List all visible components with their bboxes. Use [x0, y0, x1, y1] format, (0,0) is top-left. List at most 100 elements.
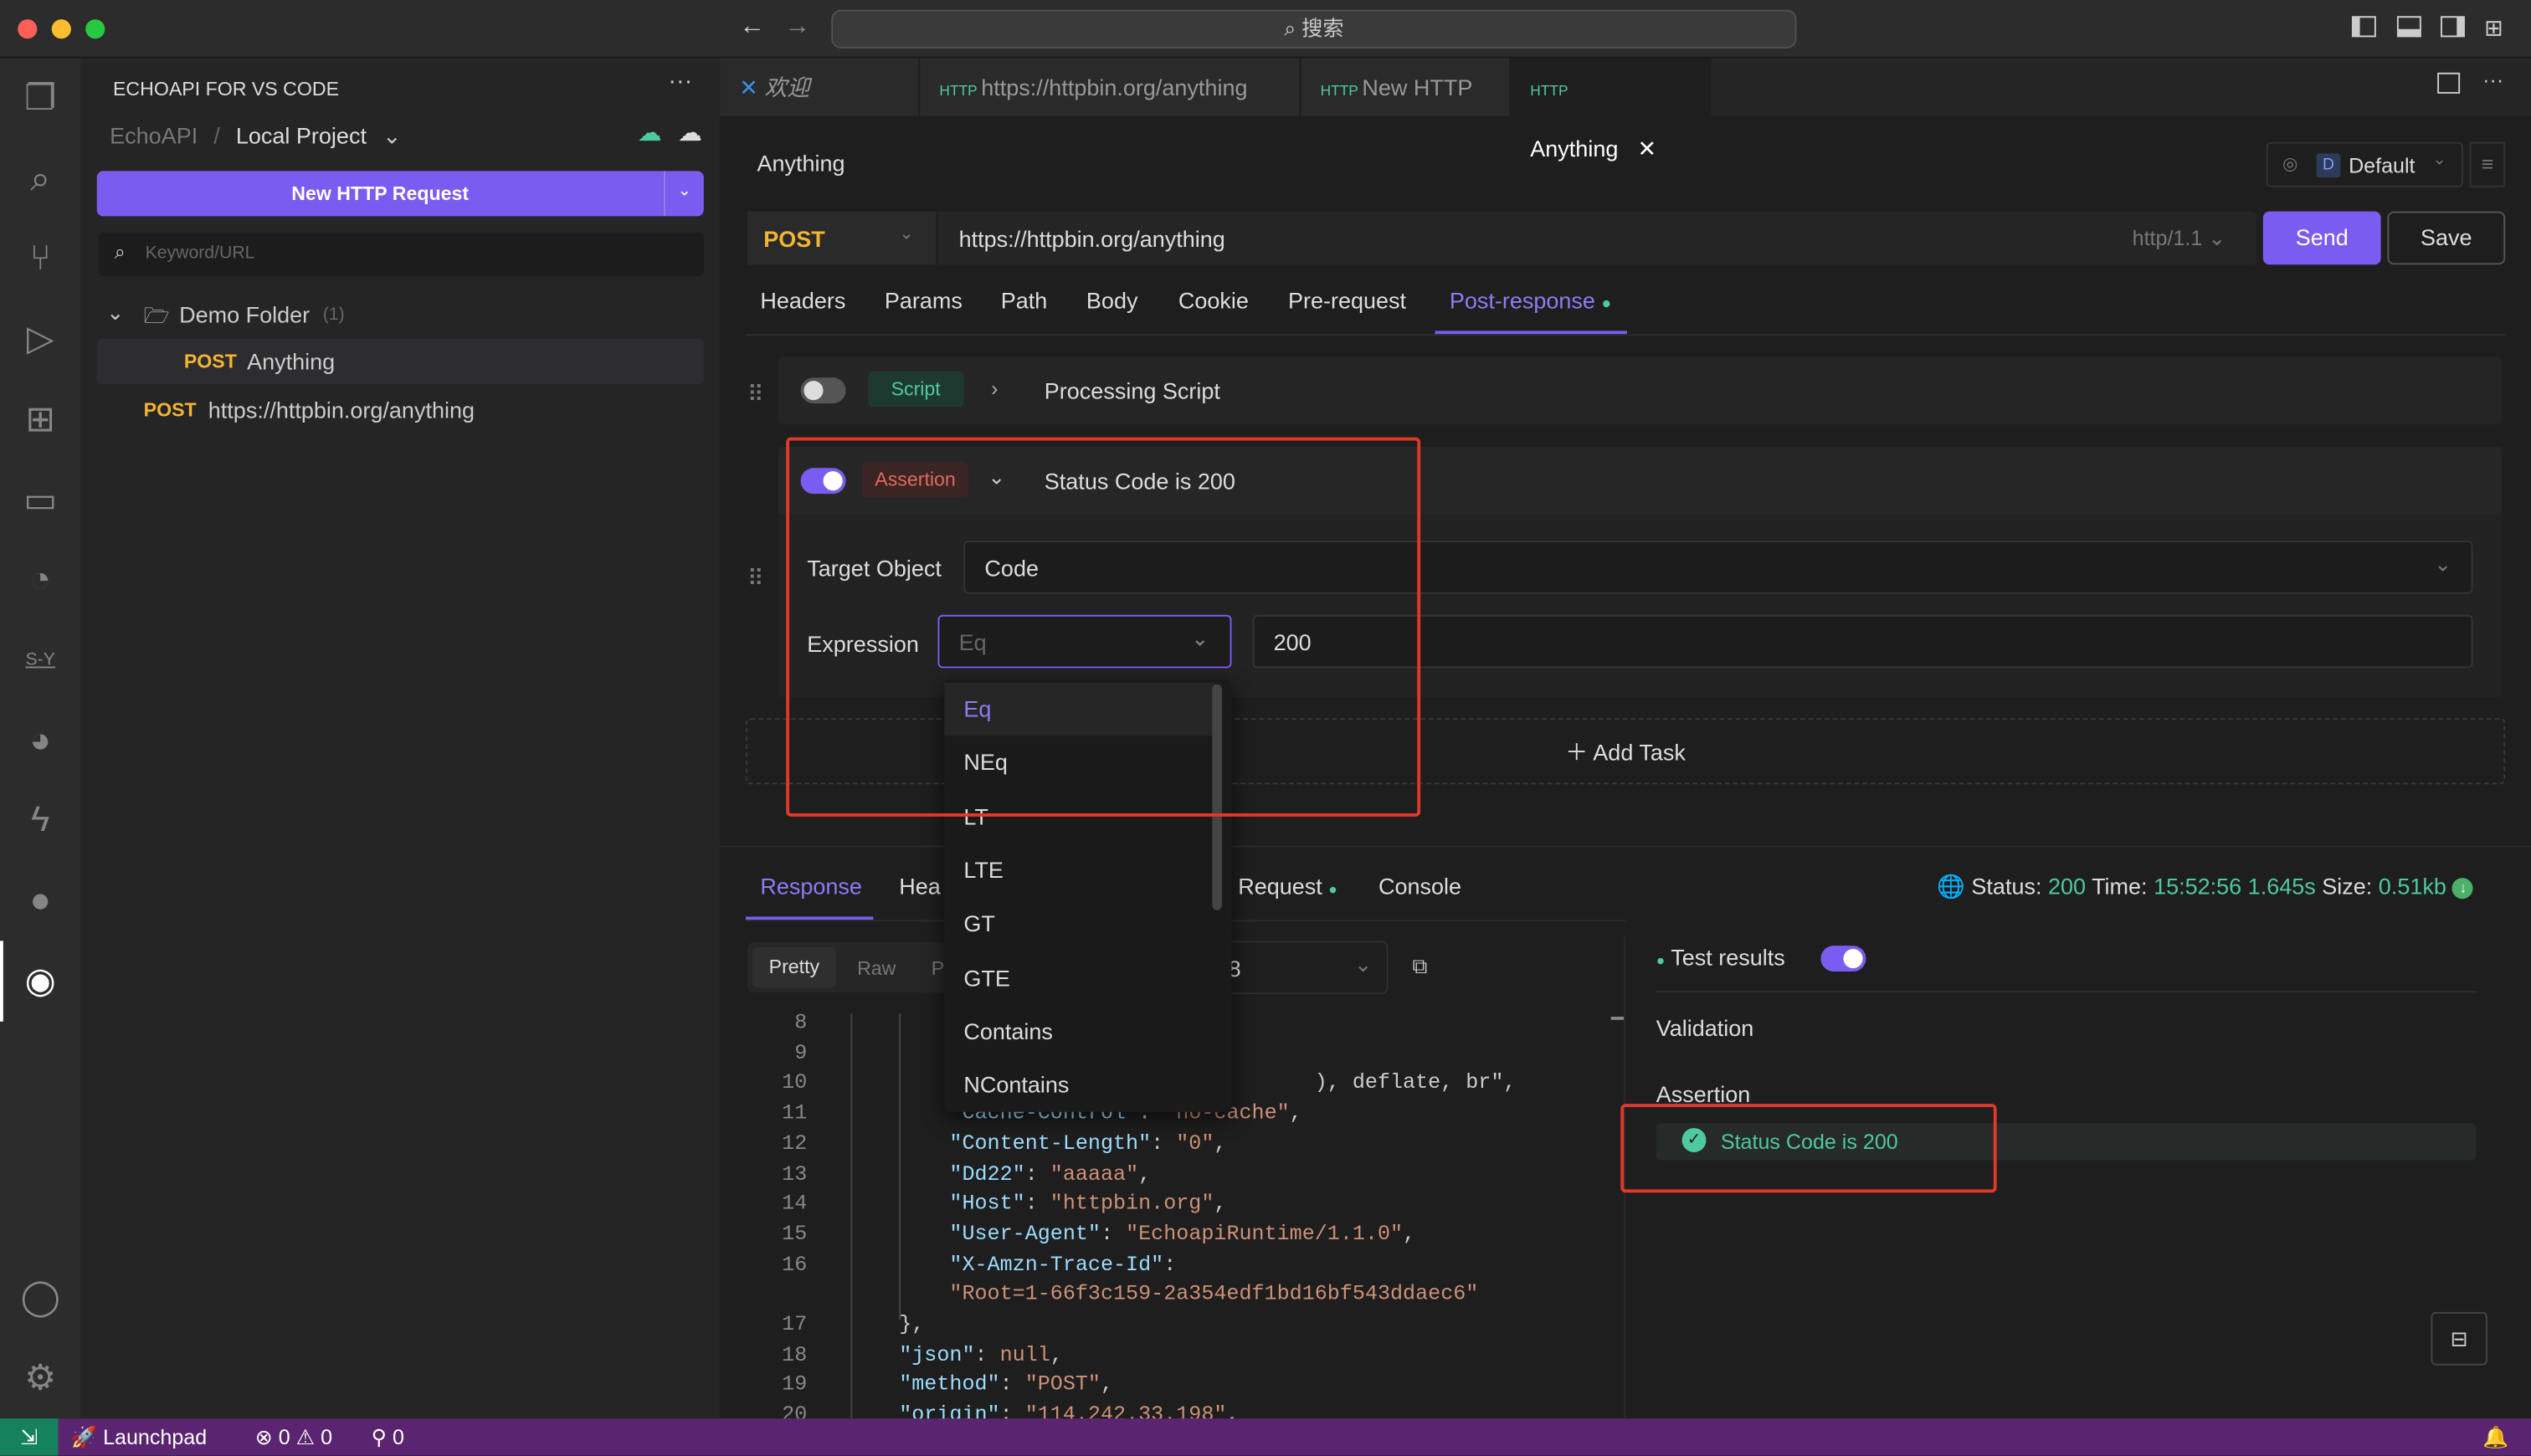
remote-explorer-icon[interactable]: ▭: [0, 468, 80, 532]
search-input[interactable]: ⌕ Keyword/URL: [98, 232, 704, 276]
project-selector[interactable]: Local Project: [236, 123, 367, 149]
environment-selector[interactable]: ◎ D Default ⌄: [2266, 141, 2463, 187]
launchpad-button[interactable]: 🚀 Launchpad: [71, 1418, 207, 1455]
account-icon[interactable]: ◯: [0, 1265, 80, 1330]
close-window-button[interactable]: [18, 19, 38, 39]
download-icon[interactable]: ↓: [2452, 877, 2474, 899]
gutter-line: [850, 1013, 853, 1419]
echoapi-icon[interactable]: ◉: [0, 949, 80, 1013]
tab-post-response[interactable]: Post-response ●: [1450, 287, 1611, 313]
forward-arrow-icon[interactable]: →: [784, 13, 810, 42]
tab-request[interactable]: Request ●: [1238, 873, 1337, 899]
close-tab-icon[interactable]: ✕: [1638, 136, 1657, 161]
dropdown-option[interactable]: LTE: [944, 843, 1215, 897]
extension-q-icon[interactable]: ●: [0, 869, 80, 933]
tab-pre-request[interactable]: Pre-request: [1288, 287, 1406, 313]
tab-headers[interactable]: Headers: [760, 287, 845, 313]
dropdown-option[interactable]: Contains: [944, 1005, 1215, 1059]
test-results-toggle[interactable]: [1820, 946, 1866, 972]
explorer-icon[interactable]: ❐: [0, 66, 80, 131]
preview-button[interactable]: P: [932, 957, 944, 980]
line-number: 13: [782, 1161, 808, 1186]
tab-console[interactable]: Console: [1378, 873, 1461, 899]
cloud-upload-icon[interactable]: ☁: [638, 118, 662, 147]
source-control-icon[interactable]: ⑂: [0, 226, 80, 290]
tab-cookie[interactable]: Cookie: [1178, 287, 1249, 313]
tab-anything[interactable]: HTTP Anything ✕: [1511, 58, 1712, 161]
more-actions-icon[interactable]: ···: [668, 68, 692, 95]
back-arrow-icon[interactable]: ←: [739, 13, 765, 42]
chevron-right-icon[interactable]: ›: [991, 376, 998, 400]
chevron-down-icon[interactable]: ⌄: [382, 123, 402, 149]
split-editor-icon[interactable]: [2437, 72, 2461, 94]
maximize-window-button[interactable]: [85, 19, 105, 39]
tab-new-http[interactable]: HTTP New HTTP: [1301, 58, 1512, 116]
layout-toggle-icon[interactable]: ⊟: [2431, 1311, 2487, 1366]
list-item[interactable]: POST https://httpbin.org/anything: [97, 387, 704, 433]
settings-gear-icon[interactable]: ⚙: [0, 1346, 80, 1410]
script-toggle[interactable]: [800, 377, 846, 404]
url-bar: POST ⌄ https://httpbin.org/anything http…: [747, 211, 2257, 265]
tab-response[interactable]: Response: [760, 873, 862, 899]
dropdown-option[interactable]: GTE: [944, 951, 1215, 1005]
new-request-dropdown-chevron-icon[interactable]: ⌄: [663, 171, 704, 217]
problems-indicator[interactable]: ⊗ 0 ⚠ 0: [255, 1418, 332, 1455]
list-item[interactable]: POST Anything: [96, 338, 704, 384]
line-number: 17: [782, 1311, 808, 1336]
protocol-select[interactable]: http/1.1 ⌄: [2133, 226, 2226, 252]
toggle-secondary-sidebar-icon[interactable]: [2440, 16, 2465, 38]
drag-handle-icon[interactable]: ⠿: [747, 565, 764, 592]
cloud-download-icon[interactable]: ☁: [678, 118, 702, 147]
status-dot: ●: [1656, 951, 1666, 969]
run-debug-icon[interactable]: ▷: [0, 306, 80, 371]
new-http-request-button[interactable]: New HTTP Request: [96, 171, 664, 217]
extensions-icon[interactable]: ⊞: [0, 387, 80, 452]
chevron-down-icon: ⌄: [106, 300, 125, 325]
tab-headers[interactable]: Hea: [899, 873, 941, 899]
tab-params[interactable]: Params: [885, 287, 963, 313]
breadcrumb-root[interactable]: EchoAPI: [110, 123, 198, 149]
notifications-bell-icon[interactable]: 🔔: [2482, 1418, 2508, 1455]
tab-body[interactable]: Body: [1086, 287, 1138, 313]
send-button[interactable]: Send: [2262, 211, 2381, 265]
tab-httpbin-anything[interactable]: HTTP https://httpbin.org/anything: [920, 58, 1301, 116]
status-code: 200: [2047, 873, 2087, 900]
script-title: Processing Script: [1044, 377, 1220, 404]
save-button[interactable]: Save: [2387, 211, 2506, 265]
sidebar-title: ECHOAPI FOR VS CODE: [112, 77, 340, 100]
more-actions-icon[interactable]: ···: [2482, 68, 2503, 92]
menu-icon[interactable]: ≡: [2469, 141, 2506, 187]
line-number: 16: [782, 1251, 808, 1276]
command-search[interactable]: ⌕ 搜索: [831, 9, 1797, 49]
search-icon[interactable]: ⌕: [0, 146, 80, 211]
url-input[interactable]: https://httpbin.org/anything: [959, 226, 1225, 252]
dropdown-option[interactable]: GT: [944, 898, 1215, 951]
code-line: "Host": "httpbin.org",: [949, 1191, 1227, 1216]
pretty-button[interactable]: Pretty: [752, 947, 836, 988]
error-icon: ⊗: [254, 1424, 273, 1449]
status-dot: ●: [1328, 880, 1337, 898]
folder-demo[interactable]: ⌄ 🗁 Demo Folder (1): [97, 294, 704, 336]
tab-path[interactable]: Path: [1001, 287, 1048, 313]
toggle-sidebar-icon[interactable]: [2351, 16, 2376, 38]
scrollbar[interactable]: [1610, 1016, 1625, 1020]
method-select[interactable]: POST ⌄: [747, 211, 938, 265]
dropdown-option[interactable]: NContains: [944, 1059, 1215, 1112]
git-graph-icon[interactable]: ◔: [0, 547, 80, 612]
ports-indicator[interactable]: ⚲ 0: [372, 1418, 404, 1455]
sy-extension-icon[interactable]: S-Y: [0, 628, 80, 692]
minimize-window-button[interactable]: [51, 19, 71, 39]
copy-icon[interactable]: ⧉: [1412, 954, 1427, 980]
extension-icon[interactable]: ◕: [0, 709, 80, 773]
customize-layout-icon[interactable]: ⊞: [2484, 14, 2503, 42]
lightning-icon[interactable]: ϟ: [0, 787, 80, 852]
vscode-icon: ✕: [739, 74, 765, 100]
remote-indicator-icon[interactable]: ⇲: [0, 1418, 59, 1456]
drag-handle-icon[interactable]: ⠿: [747, 381, 764, 408]
divider: [745, 334, 2506, 336]
tab-welcome[interactable]: ✕ 欢迎: [720, 58, 921, 116]
expected-value-input[interactable]: 200: [1252, 614, 2473, 669]
toggle-panel-icon[interactable]: [2396, 16, 2421, 38]
raw-button[interactable]: Raw: [857, 957, 896, 980]
line-number: 12: [782, 1130, 808, 1156]
